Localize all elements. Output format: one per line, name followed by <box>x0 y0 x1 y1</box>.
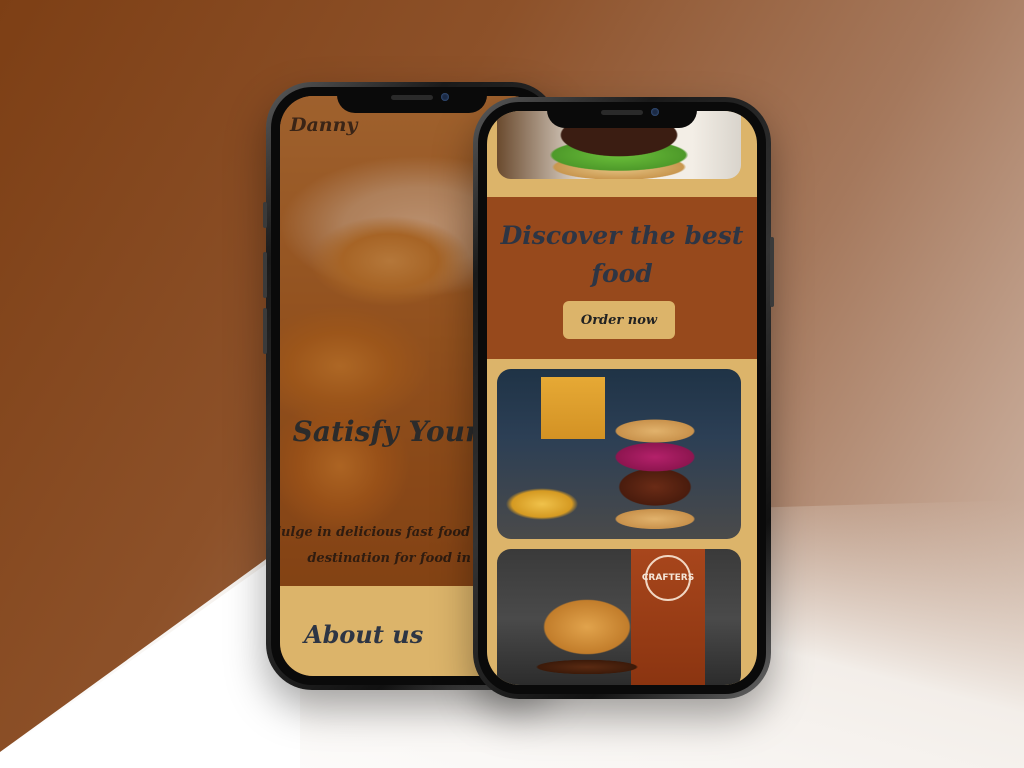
brand-logo-text[interactable]: Danny <box>290 114 357 136</box>
front-camera <box>441 93 449 101</box>
order-now-button[interactable]: Order now <box>563 301 675 339</box>
speaker-grille <box>391 95 433 100</box>
promo-title: Discover the best food <box>500 221 744 288</box>
about-title: About us <box>304 620 424 649</box>
phone-notch <box>547 102 697 128</box>
burger-with-beer-image: CRAFTERS <box>497 549 741 685</box>
burger-with-fries-image <box>497 369 741 539</box>
phone-mockup-right: Discover the best food Order now CRAFTER… <box>473 97 774 699</box>
glass-logo: CRAFTERS <box>642 555 694 601</box>
volume-up-button <box>263 252 267 298</box>
mute-switch <box>263 202 267 228</box>
power-button <box>770 237 774 307</box>
front-camera <box>651 108 659 116</box>
phone-notch <box>337 87 487 113</box>
phone-screen-right: Discover the best food Order now CRAFTER… <box>487 111 757 685</box>
volume-down-button <box>263 308 267 354</box>
speaker-grille <box>601 110 643 115</box>
promo-section: Discover the best food Order now <box>487 197 757 359</box>
